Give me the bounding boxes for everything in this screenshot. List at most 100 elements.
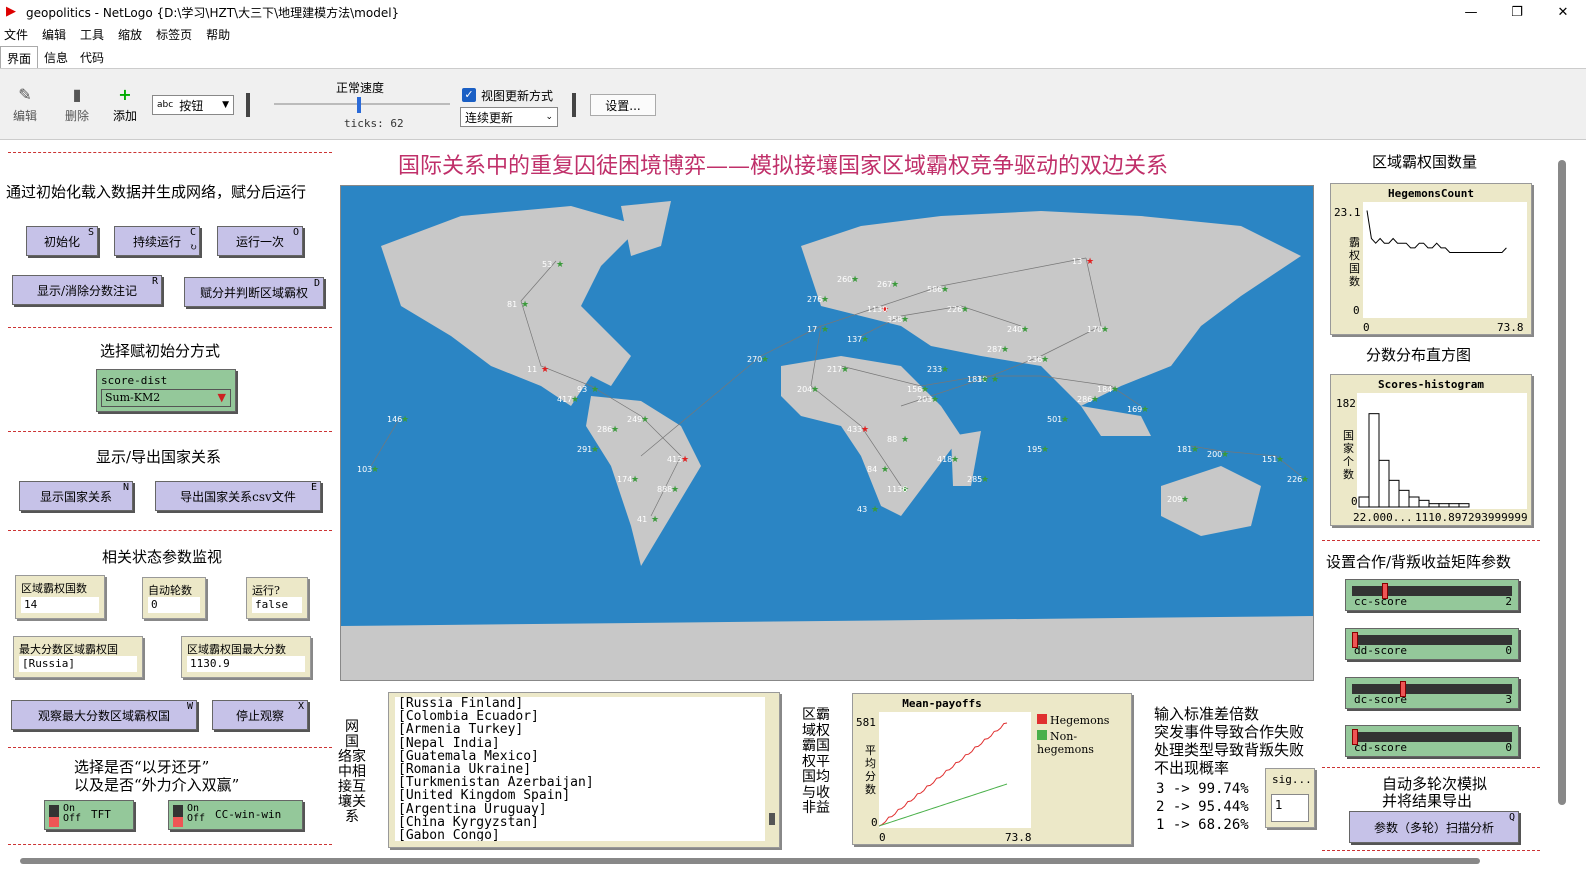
- relations-output-label: 网国络家 中相 接互 壤关系: [335, 720, 369, 825]
- country-score-label: 203: [917, 395, 933, 404]
- menu-tools[interactable]: 工具: [80, 26, 104, 43]
- sigma-row-line: 1 -> 68.26%: [1156, 817, 1249, 833]
- divider: [8, 152, 332, 153]
- menu-file[interactable]: 文件: [4, 26, 28, 43]
- relations-label: 显示/导出国家关系: [96, 448, 222, 466]
- country-score-label: 93: [577, 385, 588, 394]
- switch-states: On Off: [63, 804, 81, 824]
- setup-button[interactable]: 初始化 S: [26, 226, 98, 256]
- label-line: 数: [1349, 275, 1360, 288]
- histogram-bar: [1418, 499, 1430, 508]
- switch-states: On Off: [187, 804, 205, 824]
- menu-tabs[interactable]: 标签页: [156, 26, 192, 43]
- export-csv-button[interactable]: 导出国家关系csv文件 E: [155, 481, 321, 511]
- speed-slider-thumb[interactable]: [357, 97, 361, 113]
- menu-zoom[interactable]: 缩放: [118, 26, 142, 43]
- label-line: 分: [865, 770, 876, 783]
- tab-code[interactable]: 代码: [74, 46, 110, 68]
- hegemons-count-chart: [1366, 210, 1507, 253]
- sigma-input-field[interactable]: 1: [1271, 794, 1309, 822]
- plot-title: Scores-histogram: [1378, 378, 1484, 391]
- go-button[interactable]: 持续运行 C ↻: [114, 226, 200, 256]
- label-line: 均: [865, 757, 876, 770]
- choose-label-2: 以及是否“外力介入双赢”: [74, 776, 240, 794]
- horizontal-scrollbar[interactable]: [20, 858, 1480, 864]
- speed-slider[interactable]: [274, 103, 450, 105]
- country-score-label: 888: [657, 485, 673, 494]
- vertical-scrollbar[interactable]: [1558, 160, 1566, 805]
- country-score-label: 41: [637, 515, 648, 524]
- maximize-button[interactable]: ❐: [1494, 0, 1540, 24]
- view-update-checkbox[interactable]: ✓: [462, 88, 476, 102]
- relations-output[interactable]: [Russia Finland] [Colombia Ecuador] [Armen…: [388, 692, 780, 848]
- tft-switch[interactable]: On Off TFT: [44, 800, 134, 830]
- minimize-button[interactable]: —: [1448, 0, 1494, 24]
- label-line: 非益: [802, 800, 830, 816]
- monitor-title: 运行?: [252, 584, 280, 597]
- view-update-label: 视图更新方式: [481, 89, 554, 103]
- world-view[interactable]: ★ 53 ★ 81 ★ 11 ★ 93 ★ 249 ★ 413 ★ 41 ★ 13 ★ 586 ★ 1130 ★ 17 ★ 2…: [340, 185, 1314, 681]
- monitor-title: 区域霸权国数: [21, 582, 87, 595]
- payoff-label: 区霸 域权 霸国 权平 国均 与收 非益: [798, 707, 834, 817]
- country-score-label: 1136: [887, 485, 908, 494]
- model-heading: 国际关系中的重复囚徒困境博弈——模拟接壤国家区域霸权竞争驱动的双边关系: [398, 154, 1169, 179]
- watch-button[interactable]: 观察最大分数区域霸权国 W: [11, 700, 197, 730]
- close-button[interactable]: ✕: [1540, 0, 1586, 24]
- legend-hegemons: Hegemons: [1037, 714, 1131, 727]
- show-relations-button[interactable]: 显示国家关系 N: [19, 481, 133, 511]
- histogram-bar: [1368, 413, 1380, 508]
- country-score-label: 13: [1072, 257, 1083, 266]
- show-score-button[interactable]: 显示/消除分数注记 R: [12, 275, 162, 305]
- delete-tool[interactable]: ▮ 删除: [62, 85, 92, 124]
- trash-icon: ▮: [72, 85, 82, 104]
- sigma-input[interactable]: sig... 1: [1265, 768, 1315, 828]
- add-tool[interactable]: + 添加: [110, 85, 140, 124]
- score-dist-chooser[interactable]: score-dist Sum-KM2 ▼: [96, 369, 236, 412]
- plot-area: [878, 712, 1031, 828]
- country-marker: ★: [651, 515, 660, 525]
- view-update-select[interactable]: 连续更新 ⌄: [460, 107, 558, 127]
- country-score-label: 156: [907, 385, 923, 394]
- country-score-label: 260: [837, 275, 853, 284]
- separator: [246, 93, 250, 117]
- forever-icon: ↻: [189, 243, 197, 253]
- cd-score-slider[interactable]: cd-score 0: [1345, 725, 1519, 757]
- cc-score-slider[interactable]: cc-score 2: [1345, 579, 1519, 611]
- label-line: 国: [345, 734, 359, 750]
- tab-interface[interactable]: 界面: [0, 46, 39, 68]
- dc-score-slider[interactable]: dc-score 3: [1345, 677, 1519, 709]
- assign-button[interactable]: 赋分并判断区域霸权 D: [184, 277, 324, 307]
- scan-button[interactable]: 参数（多轮）扫描分析 Q: [1349, 811, 1519, 843]
- country-score-label: 413: [667, 455, 683, 464]
- label-line: 霸: [1349, 236, 1360, 249]
- country-score-label: 291: [577, 445, 593, 454]
- switch-track: [173, 805, 183, 827]
- slider-name: cc-score: [1354, 595, 1407, 608]
- settings-button[interactable]: 设置...: [590, 94, 656, 116]
- menu-edit[interactable]: 编辑: [42, 26, 66, 43]
- switch-track: [49, 805, 59, 827]
- chooser-value[interactable]: Sum-KM2 ▼: [101, 389, 231, 407]
- cc-win-win-switch[interactable]: On Off CC-win-win: [168, 800, 303, 830]
- scores-histogram-chart: [1358, 413, 1470, 508]
- country-score-label: 43: [857, 505, 868, 514]
- monitor-title: 自动轮数: [148, 584, 192, 597]
- stop-watch-button[interactable]: 停止观察 X: [212, 700, 308, 730]
- sigma-info: 输入标准差倍数 突发事件导致合作失败 处理类型导致背叛失败 不出现概率: [1154, 705, 1304, 777]
- country-score-label: 226: [947, 305, 963, 314]
- country-score-label: 1130: [867, 305, 888, 314]
- widget-type-select[interactable]: abc 按钮 ▼: [152, 95, 234, 115]
- switch-off-label: Off: [187, 813, 206, 824]
- edit-tool[interactable]: ✎ 编辑: [10, 85, 40, 124]
- legend-swatch: [1037, 714, 1047, 724]
- init-label: 选择赋初始分方式: [100, 342, 221, 360]
- monitor-value: 14: [21, 597, 99, 613]
- country-marker: ★: [521, 300, 530, 310]
- menu-help[interactable]: 帮助: [206, 26, 230, 43]
- output-scrollbar[interactable]: [769, 813, 775, 825]
- tab-info[interactable]: 信息: [38, 46, 74, 68]
- go-once-button[interactable]: 运行一次 O: [217, 226, 303, 256]
- country-score-label: 226: [1287, 475, 1303, 484]
- dd-score-slider[interactable]: dd-score 0: [1345, 628, 1519, 660]
- hegemons-count-line: [1366, 210, 1507, 253]
